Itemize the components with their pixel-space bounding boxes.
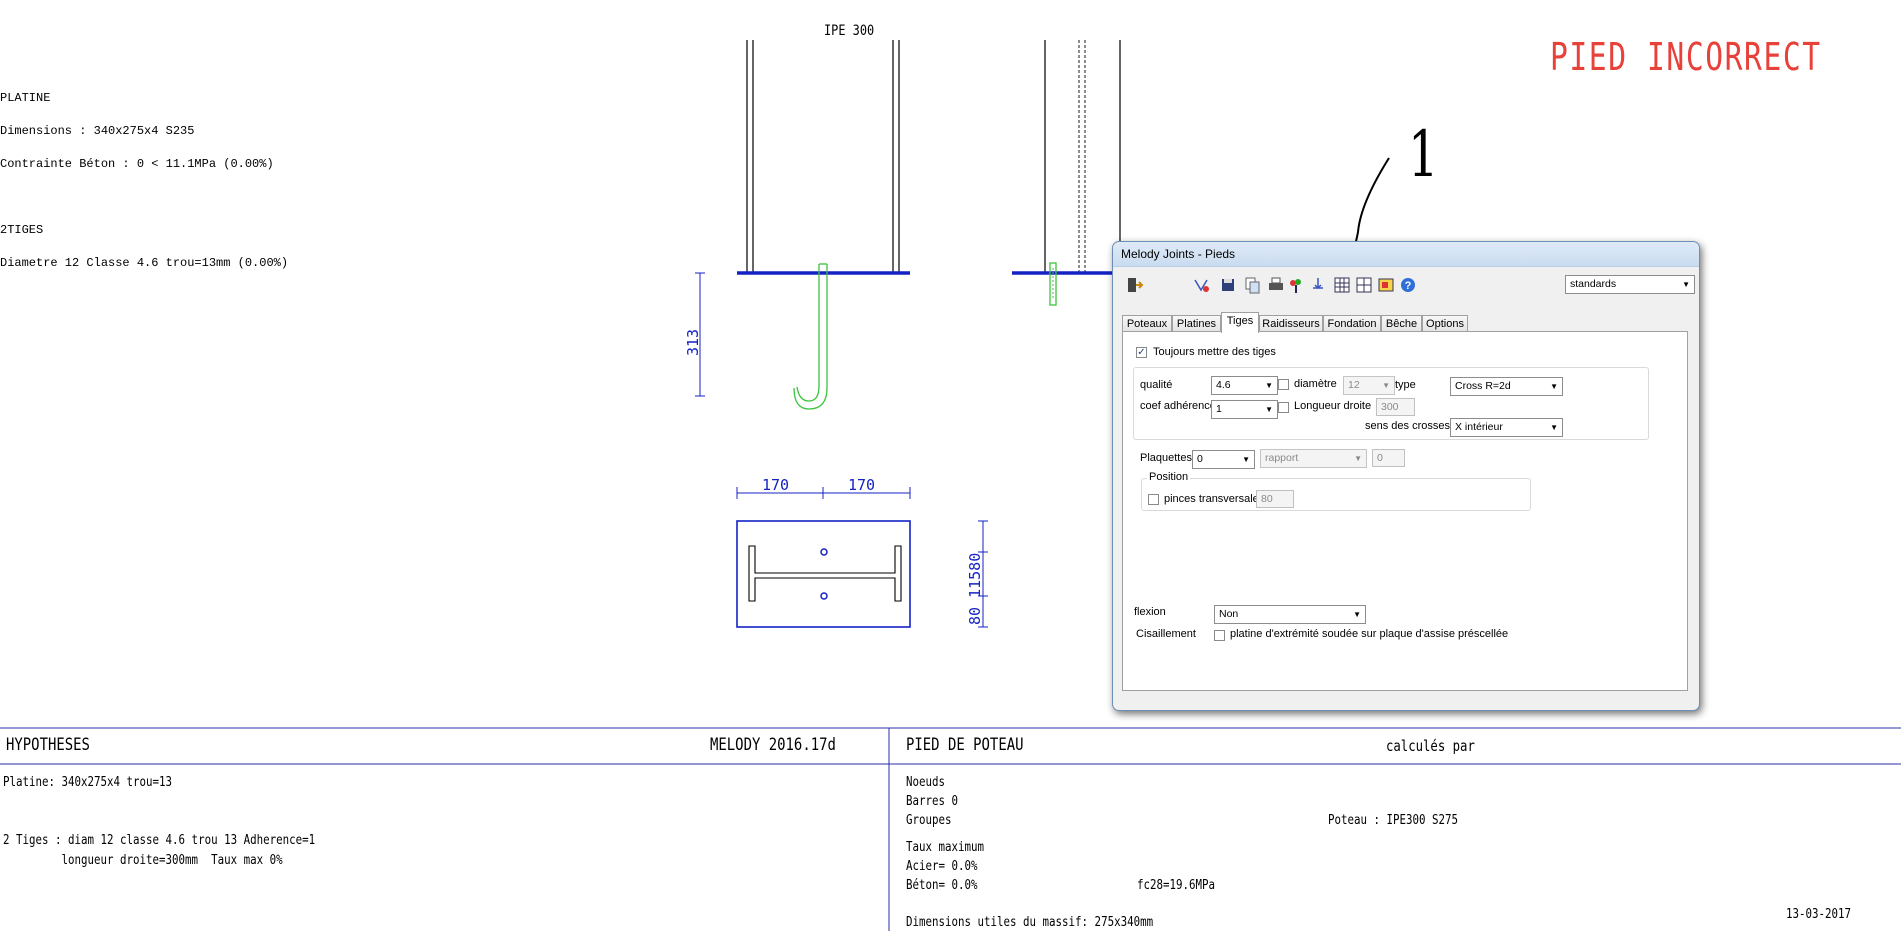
- hypotheses-title: HYPOTHESES: [6, 735, 90, 755]
- coef-select[interactable]: 1 ▼: [1211, 400, 1278, 419]
- taux-max-line: Taux maximum: [906, 839, 985, 855]
- print-icon[interactable]: [1267, 276, 1285, 294]
- chevron-down-icon: ▼: [1354, 454, 1362, 463]
- column-side: [1044, 40, 1121, 272]
- status-label: PIED INCORRECT: [1550, 35, 1822, 79]
- tiges-panel: ✓ Toujours mettre des tiges qualité 4.6 ▼…: [1122, 331, 1688, 691]
- preset-select[interactable]: standards ▼: [1565, 275, 1695, 294]
- plaquettes-label: Plaquettes: [1140, 452, 1192, 464]
- diametre-select[interactable]: 12 ▼: [1343, 376, 1395, 395]
- save-icon[interactable]: [1219, 276, 1237, 294]
- rod-hole-bottom: [820, 592, 828, 600]
- noeuds-line: Noeuds: [906, 774, 946, 790]
- rod-hole-top: [820, 548, 828, 556]
- exit-icon[interactable]: [1125, 276, 1144, 294]
- plate-plan: [736, 520, 911, 628]
- dim-left-label: 170: [762, 476, 790, 494]
- tab-beche[interactable]: Bêche: [1381, 315, 1422, 332]
- longueur-field[interactable]: 300: [1376, 398, 1415, 416]
- cisaillement-checkbox[interactable]: [1214, 630, 1225, 641]
- coef-label: coef adhérence: [1140, 400, 1216, 412]
- date-label: 13-03-2017: [1786, 906, 1852, 922]
- poteau-line: Poteau : IPE300 S275: [1328, 812, 1459, 828]
- layout-icon[interactable]: [1355, 276, 1373, 294]
- dim-vertical-label: 80 11580: [966, 552, 984, 625]
- rapport-number[interactable]: 0: [1372, 449, 1405, 467]
- sens-select[interactable]: X intérieur ▼: [1450, 418, 1563, 437]
- image-icon[interactable]: [1377, 276, 1395, 294]
- rods-icon[interactable]: [1309, 276, 1327, 294]
- annotation-label: 1: [1408, 118, 1439, 192]
- chevron-down-icon: ▼: [1550, 382, 1558, 391]
- diametre-label: diamètre: [1294, 378, 1337, 390]
- cisaillement-option: platine d'extrémité soudée sur plaque d'…: [1230, 628, 1509, 640]
- cisaillement-label: Cisaillement: [1136, 628, 1196, 640]
- always-rods-checkbox[interactable]: ✓: [1136, 347, 1147, 358]
- qualite-label: qualité: [1140, 379, 1173, 391]
- pinces-label: pinces transversales: [1164, 493, 1265, 505]
- anchor-rod-front: [793, 264, 828, 410]
- tab-options[interactable]: Options: [1422, 315, 1468, 332]
- color-icon[interactable]: [1287, 276, 1305, 294]
- flexion-select[interactable]: Non ▼: [1214, 605, 1366, 624]
- melody-joints-dialog: Melody Joints - Pieds ? standards ▼ Pote…: [1112, 241, 1700, 711]
- dim-right-label: 170: [848, 476, 876, 494]
- chevron-down-icon: ▼: [1682, 280, 1690, 289]
- calc-icon[interactable]: [1193, 276, 1211, 294]
- pied-title: PIED DE POTEAU: [906, 735, 1024, 755]
- chevron-down-icon: ▼: [1265, 381, 1273, 390]
- pinces-field[interactable]: 80: [1256, 490, 1294, 508]
- longueur-label: Longueur droite: [1294, 400, 1372, 412]
- barres-line: Barres 0: [906, 793, 959, 809]
- diametre-checkbox[interactable]: [1278, 379, 1289, 390]
- tab-tiges[interactable]: Tiges: [1221, 312, 1259, 333]
- type-label: type: [1395, 379, 1416, 391]
- always-rods-label: Toujours mettre des tiges: [1153, 346, 1276, 358]
- column-elevation: [746, 40, 900, 272]
- help-icon[interactable]: ?: [1399, 276, 1417, 294]
- dialog-toolbar: ? standards ▼: [1123, 274, 1695, 296]
- copy-icon[interactable]: [1243, 276, 1261, 294]
- plaquettes-select[interactable]: 0 ▼: [1192, 450, 1255, 469]
- tab-platines[interactable]: Platines: [1172, 315, 1221, 332]
- svg-text:?: ?: [1405, 280, 1412, 292]
- sens-label: sens des crosses: [1365, 420, 1450, 432]
- dim-height-label: 313: [684, 328, 702, 356]
- pinces-checkbox[interactable]: [1148, 494, 1159, 505]
- flexion-label: flexion: [1134, 606, 1166, 618]
- chevron-down-icon: ▼: [1550, 423, 1558, 432]
- acier-line: Acier= 0.0%: [906, 858, 978, 874]
- longueur-checkbox[interactable]: [1278, 402, 1289, 413]
- platine-line: Platine: 340x275x4 trou=13: [3, 774, 173, 790]
- version-label: MELODY 2016.17d: [710, 735, 836, 755]
- dimensions-massif-line: Dimensions utiles du massif: 275x340mm: [906, 914, 1154, 930]
- chevron-down-icon: ▼: [1353, 610, 1361, 619]
- tab-fondation[interactable]: Fondation: [1323, 315, 1381, 332]
- chevron-down-icon: ▼: [1265, 405, 1273, 414]
- dialog-title: Melody Joints - Pieds: [1121, 247, 1236, 261]
- type-select[interactable]: Cross R=2d ▼: [1450, 377, 1563, 396]
- chevron-down-icon: ▼: [1382, 381, 1390, 390]
- grid-icon[interactable]: [1333, 276, 1351, 294]
- tiges-line1: 2 Tiges : diam 12 classe 4.6 trou 13 Adh…: [3, 832, 316, 848]
- groupes-line: Groupes: [906, 812, 952, 828]
- chevron-down-icon: ▼: [1242, 455, 1250, 464]
- beton-line: Béton= 0.0%: [906, 877, 978, 893]
- qualite-select[interactable]: 4.6 ▼: [1211, 376, 1278, 395]
- calcules-par: calculés par: [1386, 737, 1475, 755]
- tiges-line2: longueur droite=300mm Taux max 0%: [3, 852, 283, 868]
- dialog-titlebar[interactable]: Melody Joints - Pieds: [1113, 242, 1699, 267]
- rapport-select[interactable]: rapport ▼: [1260, 449, 1367, 468]
- fc28-line: fc28=19.6MPa: [1137, 877, 1216, 893]
- position-label: Position: [1147, 471, 1191, 483]
- tab-raidisseurs[interactable]: Raidisseurs: [1259, 315, 1323, 332]
- profile-label: IPE 300: [824, 23, 875, 39]
- tab-poteaux[interactable]: Poteaux: [1122, 315, 1172, 332]
